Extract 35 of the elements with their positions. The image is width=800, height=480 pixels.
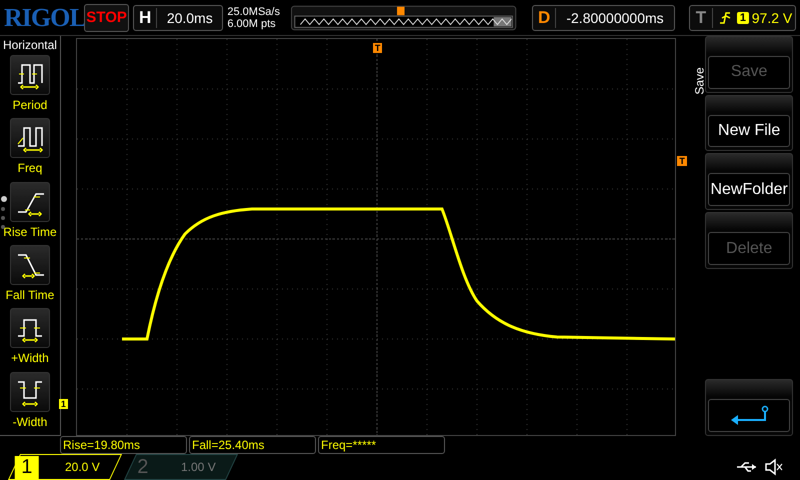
measure-label: Period — [12, 98, 48, 112]
horizontal-scale[interactable]: H 20.0ms — [133, 4, 224, 30]
measure-label: Fall Time — [6, 288, 54, 302]
measure-label: +Width — [11, 351, 49, 366]
return-button[interactable] — [708, 399, 790, 432]
usb-icon — [736, 461, 758, 473]
measure-button[interactable] — [10, 308, 50, 348]
mute-icon — [764, 458, 784, 476]
measure-button[interactable] — [10, 182, 50, 222]
menu-button[interactable]: NewFolder — [708, 173, 790, 206]
measurement-result: Freq=***** — [318, 436, 445, 454]
measure-button[interactable] — [10, 55, 50, 95]
channel-tab[interactable]: 2 1.00 V — [124, 454, 238, 480]
menu-tab[interactable]: Save — [692, 67, 707, 95]
measure-button[interactable] — [10, 244, 50, 285]
measure-label: Freq — [18, 161, 42, 176]
measure-label: -Width — [12, 414, 48, 429]
trigger-level-marker: T — [677, 156, 687, 166]
run-stop-status[interactable]: STOP — [84, 4, 130, 32]
trigger-source: 1 — [736, 12, 750, 24]
trigger-position-marker: T — [372, 43, 382, 53]
channel-tab[interactable]: 1 20.0 V — [8, 454, 122, 480]
measurement-result: Fall=25.40ms — [189, 436, 316, 454]
trigger-display[interactable]: T 1 97.2 V — [688, 4, 796, 30]
delay-display[interactable]: D -2.80000000ms — [532, 4, 675, 30]
measurement-result: Rise=19.80ms — [60, 436, 187, 454]
menu-title: Horizontal — [2, 38, 57, 52]
menu-button[interactable]: New File — [708, 114, 790, 148]
channel-marker: 1 — [58, 399, 68, 409]
measure-button[interactable] — [10, 372, 50, 412]
measure-label: Rise Time — [3, 224, 57, 239]
measure-button[interactable] — [10, 118, 50, 158]
sample-rate: 25.0MSa/s — [227, 6, 281, 18]
memory-depth: 6.00M pts — [227, 18, 277, 30]
rising-edge-icon — [718, 10, 731, 24]
